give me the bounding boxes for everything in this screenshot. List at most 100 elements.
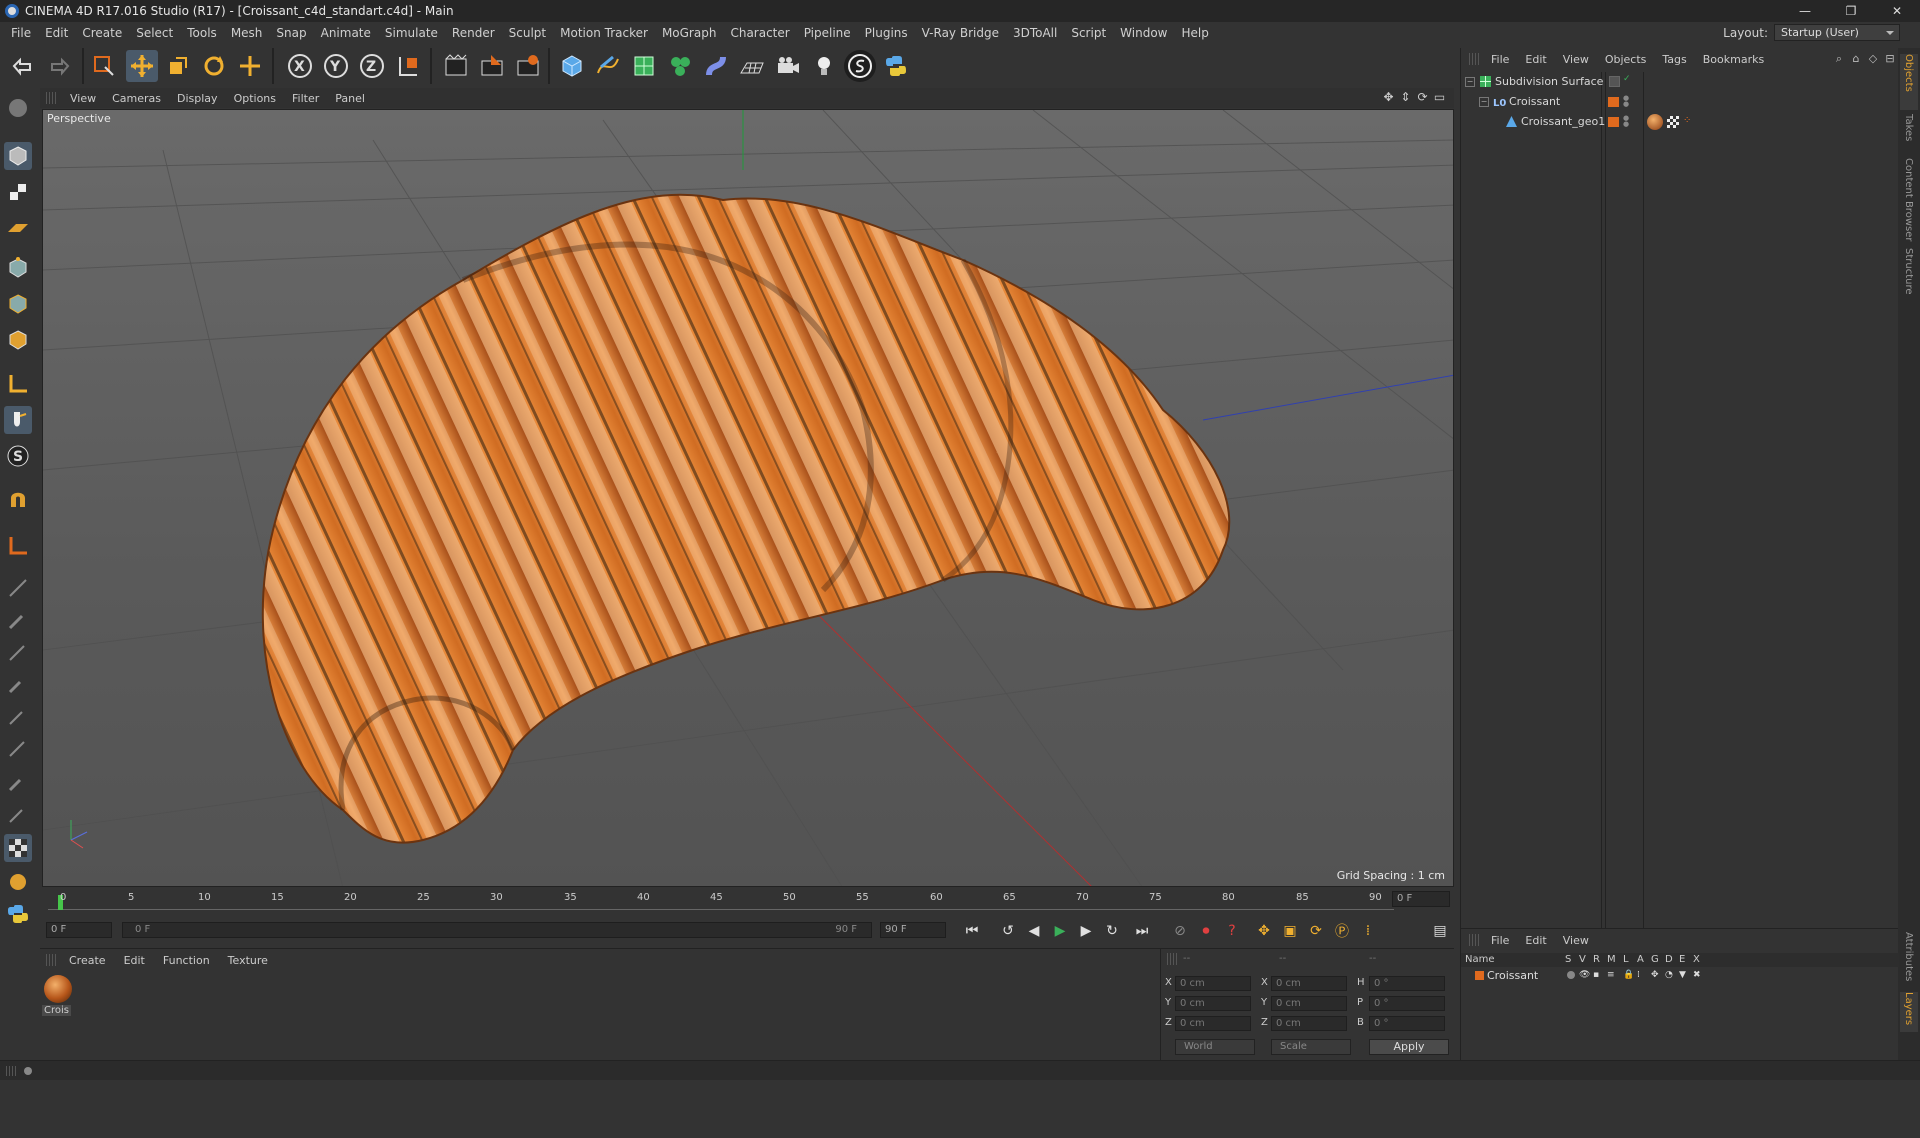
menu-window[interactable]: Window bbox=[1113, 22, 1174, 44]
pull-icon[interactable] bbox=[4, 800, 32, 828]
maximize-view-icon[interactable]: ▭ bbox=[1433, 91, 1446, 104]
collapse-toggle[interactable]: − bbox=[1465, 77, 1475, 87]
tab-content-browser[interactable]: Content Browser bbox=[1900, 158, 1918, 244]
objects-menu-view[interactable]: View bbox=[1555, 53, 1597, 66]
key-point-level-icon[interactable]: ⁞ bbox=[1356, 920, 1380, 942]
texture-pattern-icon[interactable] bbox=[4, 834, 32, 862]
live-selection-icon[interactable] bbox=[88, 50, 120, 82]
xref-toggle-icon[interactable]: ✖ bbox=[1693, 970, 1701, 980]
subdivision-surface-icon[interactable] bbox=[628, 50, 660, 82]
close-view-icon[interactable]: ⊟ bbox=[1884, 52, 1896, 66]
cube-primitive-icon[interactable] bbox=[556, 50, 588, 82]
position-y-field[interactable]: 0 cm bbox=[1175, 996, 1251, 1011]
layer-color-icon[interactable] bbox=[1608, 97, 1619, 107]
key-parameter-icon[interactable]: Ⓟ bbox=[1330, 920, 1354, 942]
tab-layers[interactable]: Layers bbox=[1900, 992, 1918, 1032]
start-frame-field[interactable]: 0 F bbox=[46, 922, 112, 938]
camera-icon[interactable] bbox=[772, 50, 804, 82]
viewport-menu-display[interactable]: Display bbox=[169, 92, 226, 105]
panel-grip[interactable] bbox=[46, 92, 56, 104]
home-icon[interactable]: ⌂ bbox=[1850, 52, 1862, 66]
material-menu-function[interactable]: Function bbox=[154, 954, 219, 967]
object-row-croissant[interactable]: − L0 Croissant ● ● bbox=[1461, 92, 1899, 112]
visibility-dots-icon[interactable]: ● ● bbox=[1623, 115, 1629, 128]
render-toggle-icon[interactable]: ▪ bbox=[1593, 970, 1599, 980]
solo-toggle-icon[interactable] bbox=[1567, 971, 1575, 979]
deformers-toggle-icon[interactable]: ◔ bbox=[1665, 970, 1673, 980]
orbit-view-icon[interactable]: ⟳ bbox=[1416, 91, 1429, 104]
material-tag-icon[interactable] bbox=[1647, 114, 1663, 130]
keyframe-selection-icon[interactable]: ? bbox=[1220, 920, 1244, 942]
z-axis-lock-icon[interactable]: Z bbox=[356, 50, 388, 82]
layer-row[interactable]: Croissant 👁 ▪ ≡ 🔒 ⁞ ✥ ◔ ▼ ✖ bbox=[1461, 968, 1899, 984]
tab-takes[interactable]: Takes bbox=[1900, 114, 1918, 154]
menu-create[interactable]: Create bbox=[75, 22, 129, 44]
floor-icon[interactable] bbox=[736, 50, 768, 82]
visible-toggle-icon[interactable]: 👁 bbox=[1579, 970, 1590, 980]
phong-tag-icon[interactable]: ⁘ bbox=[1683, 115, 1691, 126]
menu-tools[interactable]: Tools bbox=[180, 22, 224, 44]
enabled-check-icon[interactable]: ✓ bbox=[1623, 74, 1631, 84]
viewport-menu-options[interactable]: Options bbox=[226, 92, 284, 105]
manager-toggle-icon[interactable]: ≡ bbox=[1607, 970, 1615, 980]
close-button[interactable]: ✕ bbox=[1874, 0, 1920, 22]
timeline-ruler[interactable]: 0 5 10 15 20 25 30 35 40 45 50 55 60 65 … bbox=[40, 888, 1454, 910]
hair-icon[interactable] bbox=[4, 868, 32, 896]
undo-icon[interactable] bbox=[6, 50, 38, 82]
go-to-end-icon[interactable]: ⏭ bbox=[1130, 920, 1154, 942]
menu-file[interactable]: File bbox=[4, 22, 38, 44]
key-position-icon[interactable]: ✥ bbox=[1252, 920, 1276, 942]
objects-menu-file[interactable]: File bbox=[1483, 53, 1517, 66]
layers-menu-file[interactable]: File bbox=[1483, 934, 1517, 947]
menu-select[interactable]: Select bbox=[129, 22, 180, 44]
edges-mode-icon[interactable] bbox=[4, 290, 32, 318]
go-to-start-icon[interactable]: ⏮ bbox=[960, 920, 984, 942]
croissant-model[interactable] bbox=[261, 193, 1231, 844]
menu-simulate[interactable]: Simulate bbox=[378, 22, 445, 44]
python-script-icon[interactable] bbox=[4, 900, 32, 928]
material-menu-texture[interactable]: Texture bbox=[219, 954, 277, 967]
size-x-field[interactable]: 0 cm bbox=[1271, 976, 1347, 991]
tab-attributes[interactable]: Attributes bbox=[1900, 932, 1918, 988]
rotate-tool-icon[interactable] bbox=[198, 50, 230, 82]
size-z-field[interactable]: 0 cm bbox=[1271, 1016, 1347, 1031]
record-active-objects-icon[interactable]: ⊘ bbox=[1168, 920, 1192, 942]
minimize-button[interactable]: — bbox=[1782, 0, 1828, 22]
collapse-toggle[interactable]: − bbox=[1479, 97, 1489, 107]
y-axis-lock-icon[interactable]: Y bbox=[320, 50, 352, 82]
panel-grip[interactable] bbox=[46, 954, 56, 966]
menu-sculpt[interactable]: Sculpt bbox=[502, 22, 553, 44]
viewport-menu-view[interactable]: View bbox=[62, 92, 104, 105]
rotation-b-field[interactable]: 0 ° bbox=[1369, 1016, 1445, 1031]
menu-snap[interactable]: Snap bbox=[269, 22, 313, 44]
menu-animate[interactable]: Animate bbox=[314, 22, 378, 44]
menu-motion-tracker[interactable]: Motion Tracker bbox=[553, 22, 655, 44]
texture-mode-icon[interactable] bbox=[4, 178, 32, 206]
size-y-field[interactable]: 0 cm bbox=[1271, 996, 1347, 1011]
recent-tool-icon[interactable] bbox=[234, 50, 266, 82]
object-row-croissant-geo1[interactable]: Croissant_geo1 ● ● ⁘ bbox=[1461, 112, 1899, 132]
magnet-icon[interactable] bbox=[4, 702, 32, 730]
generators-toggle-icon[interactable]: ✥ bbox=[1651, 970, 1659, 980]
expressions-toggle-icon[interactable]: ▼ bbox=[1679, 970, 1686, 980]
material-name-label[interactable]: Crois bbox=[42, 1005, 71, 1016]
search-icon[interactable]: ⌕ bbox=[1833, 52, 1845, 66]
cloner-icon[interactable] bbox=[664, 50, 696, 82]
panel-grip[interactable] bbox=[1469, 934, 1479, 946]
new-view-icon[interactable]: ◇ bbox=[1867, 52, 1879, 66]
model-mode-icon[interactable] bbox=[4, 142, 32, 170]
autokeying-icon[interactable]: ⏺ bbox=[1194, 920, 1218, 942]
dolly-view-icon[interactable]: ⇕ bbox=[1399, 91, 1412, 104]
x-axis-lock-icon[interactable]: X bbox=[284, 50, 316, 82]
go-to-next-key-icon[interactable]: ↻ bbox=[1100, 920, 1124, 942]
tweak-mode-icon[interactable] bbox=[4, 406, 32, 434]
objects-menu-edit[interactable]: Edit bbox=[1517, 53, 1554, 66]
3d-viewport[interactable]: Perspective Grid Spacing : 1 cm bbox=[42, 109, 1454, 887]
viewport-menu-cameras[interactable]: Cameras bbox=[104, 92, 169, 105]
workplane-icon[interactable] bbox=[4, 532, 32, 560]
tab-objects[interactable]: Objects bbox=[1900, 54, 1918, 110]
make-editable-icon[interactable] bbox=[4, 94, 32, 122]
scale-tool-icon[interactable] bbox=[162, 50, 194, 82]
redo-icon[interactable] bbox=[44, 50, 76, 82]
bevel-icon[interactable] bbox=[4, 574, 32, 602]
